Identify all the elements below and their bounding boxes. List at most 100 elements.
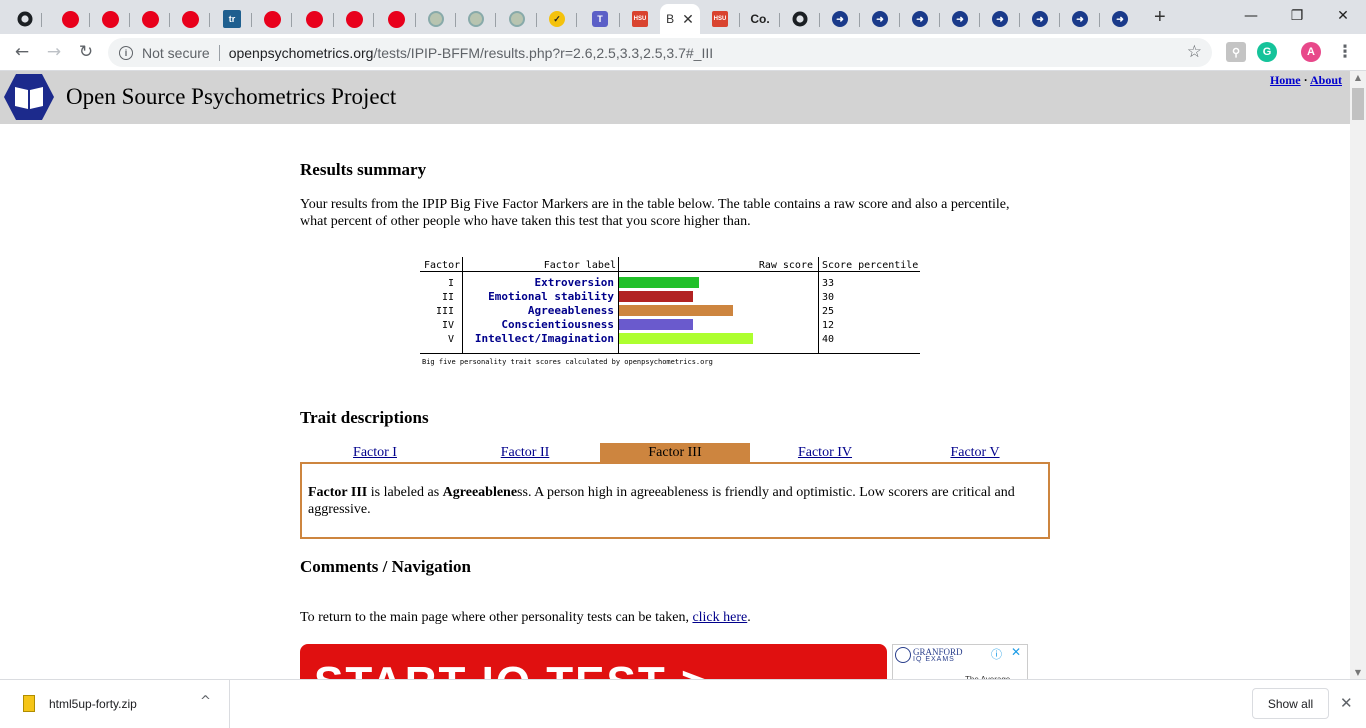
tab-teams[interactable]: T: [580, 4, 620, 34]
ad-choices-icon[interactable]: ⓘ: [991, 646, 1002, 662]
tab-red-3[interactable]: [130, 4, 170, 34]
tab-factor-ii[interactable]: Factor II: [450, 443, 600, 463]
show-all-button[interactable]: Show all: [1252, 688, 1329, 719]
tab-red-2[interactable]: [90, 4, 130, 34]
granford-seal-icon: [895, 647, 911, 663]
tab-trello[interactable]: tr: [212, 4, 252, 34]
tab-arrow-5[interactable]: ➜: [980, 4, 1020, 34]
page-scrollbar[interactable]: ▲ ▼: [1350, 71, 1366, 679]
tab-arrow-7[interactable]: ➜: [1060, 4, 1100, 34]
red-circle-icon: [305, 10, 323, 28]
factor-numeral: III: [436, 306, 454, 317]
tab-arrow-2[interactable]: ➜: [860, 4, 900, 34]
book-logo-icon[interactable]: [4, 73, 54, 121]
red-circle-icon: [263, 10, 281, 28]
forward-button[interactable]: →: [42, 40, 66, 64]
info-icon[interactable]: i: [119, 45, 133, 60]
download-item[interactable]: html5up-forty.zip ^: [0, 680, 230, 728]
results-intro: Your results from the IPIP Big Five Fact…: [300, 197, 1010, 229]
tab-active[interactable]: B ✕: [660, 4, 700, 34]
factor-label: Emotional stability: [488, 290, 614, 303]
arrow-circle-icon: ➜: [872, 11, 888, 27]
close-download-bar-icon[interactable]: ✕: [1340, 694, 1353, 712]
tab-factor-i[interactable]: Factor I: [300, 443, 450, 463]
score-percentile: 25: [822, 306, 834, 317]
tab-arrow-6[interactable]: ➜: [1020, 4, 1060, 34]
download-bar: html5up-forty.zip ^ Show all ✕: [0, 679, 1366, 728]
tab-co[interactable]: Co.: [740, 4, 780, 34]
site-header: Open Source Psychometrics Project Home ·…: [0, 71, 1350, 124]
factor-label: Conscientiousness: [501, 318, 614, 331]
score-percentile: 40: [822, 334, 834, 345]
close-icon[interactable]: ✕: [682, 11, 694, 28]
navigation-text: To return to the main page where other p…: [300, 610, 751, 625]
tab-factor-v[interactable]: Factor V: [900, 443, 1050, 463]
score-percentile: 33: [822, 278, 834, 289]
click-here-link[interactable]: click here: [692, 610, 747, 625]
tab-arrow-4[interactable]: ➜: [940, 4, 980, 34]
tab-globe-1[interactable]: [416, 4, 456, 34]
factor-numeral: II: [442, 292, 454, 303]
scroll-up-icon[interactable]: ▲: [1350, 73, 1366, 82]
scroll-down-icon[interactable]: ▼: [1350, 668, 1366, 677]
red-circle-icon: [387, 10, 405, 28]
raw-score-bar: [619, 319, 693, 330]
tab-red-7[interactable]: [334, 4, 374, 34]
tab-red-6[interactable]: [294, 4, 334, 34]
red-circle-icon: [61, 10, 79, 28]
tab-arrow-1[interactable]: ➜: [820, 4, 860, 34]
minimize-button[interactable]: —: [1228, 4, 1274, 28]
about-link[interactable]: About: [1310, 73, 1342, 87]
tab-check[interactable]: ✓: [537, 4, 577, 34]
tab-hsu-1[interactable]: HSU: [620, 4, 660, 34]
tab-factor-iv[interactable]: Factor IV: [750, 443, 900, 463]
bookmark-star-icon[interactable]: ☆: [1187, 42, 1202, 62]
globe-icon: [428, 11, 444, 27]
reload-button[interactable]: ↻: [74, 40, 98, 64]
ad-close-icon[interactable]: ✕: [1011, 645, 1021, 659]
scroll-thumb[interactable]: [1352, 88, 1364, 120]
tab-hsu-2[interactable]: HSU: [700, 4, 740, 34]
home-link[interactable]: Home: [1270, 73, 1301, 87]
profile-avatar[interactable]: A: [1301, 42, 1321, 62]
tab-red-5[interactable]: [252, 4, 292, 34]
chevron-up-icon[interactable]: ^: [200, 694, 211, 709]
tab-red-1[interactable]: [50, 4, 90, 34]
url-text[interactable]: openpsychometrics.org/tests/IPIP-BFFM/re…: [229, 45, 713, 61]
red-circle-icon: [181, 10, 199, 28]
tab-globe-3[interactable]: [497, 4, 537, 34]
browser-toolbar: ← → ↻ i Not secure openpsychometrics.org…: [0, 34, 1366, 71]
granford-ad[interactable]: GRANFORD IQ EXAMS ⓘ ✕ The Average: [892, 644, 1028, 684]
factor-numeral: IV: [442, 320, 454, 331]
window-close-button[interactable]: ✕: [1320, 4, 1366, 28]
restore-button[interactable]: ❐: [1274, 4, 1320, 28]
back-button[interactable]: ←: [10, 40, 34, 64]
link-separator: ·: [1303, 73, 1308, 87]
tab-arrow-8[interactable]: ➜: [1100, 4, 1140, 34]
tab-github-2[interactable]: [780, 4, 820, 34]
trait-description-box: Factor III is labeled as Agreeableness. …: [300, 462, 1050, 539]
tab-red-8[interactable]: [376, 4, 416, 34]
tab-strip: tr ✓ T HSU B ✕ HSU Co. ➜ ➜ ➜ ➜ ➜ ➜ ➜ ➜ +…: [0, 0, 1366, 34]
arrow-circle-icon: ➜: [912, 11, 928, 27]
menu-dots-icon[interactable]: ⋮: [1333, 40, 1357, 64]
globe-icon: [509, 11, 525, 27]
download-file-name: html5up-forty.zip: [49, 697, 137, 711]
active-tab-title: B: [666, 12, 675, 26]
new-tab-button[interactable]: +: [1154, 6, 1166, 29]
co-tab-label: Co.: [750, 12, 770, 26]
trello-icon: tr: [223, 10, 241, 28]
address-bar[interactable]: i Not secure openpsychometrics.org/tests…: [108, 38, 1212, 67]
factor-tabs: Factor I Factor II Factor III Factor IV …: [300, 443, 1050, 463]
tab-red-4[interactable]: [170, 4, 210, 34]
iq-test-ad-banner[interactable]: START IQ TEST >: [300, 644, 887, 684]
tab-factor-iii[interactable]: Factor III: [600, 443, 750, 463]
security-label: Not secure: [142, 44, 210, 61]
ad-sub: IQ EXAMS: [913, 656, 955, 663]
site-title: Open Source Psychometrics Project: [66, 84, 397, 109]
tab-globe-2[interactable]: [456, 4, 496, 34]
extension-icon[interactable]: ⚲: [1226, 42, 1246, 62]
grammarly-icon[interactable]: G: [1257, 42, 1277, 62]
tab-github[interactable]: [8, 4, 42, 34]
tab-arrow-3[interactable]: ➜: [900, 4, 940, 34]
